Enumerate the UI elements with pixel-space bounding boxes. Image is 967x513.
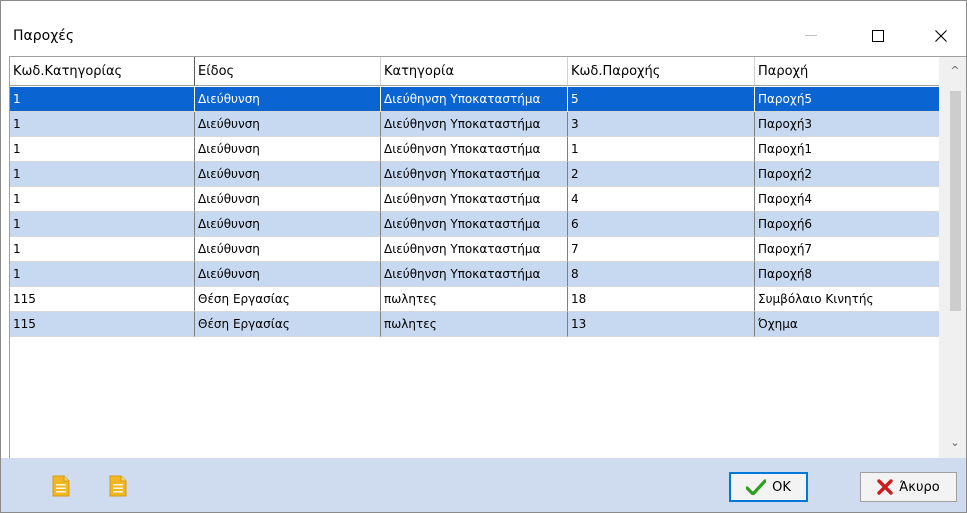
cell-service[interactable]: Παροχή8 (755, 262, 940, 287)
cell-service-code[interactable]: 18 (568, 287, 755, 312)
document-icon[interactable] (52, 475, 70, 497)
table-row[interactable]: 1 Διεύθυνση Διεύθηνση Υποκαταστήμα 6 Παρ… (10, 212, 940, 237)
cell-category[interactable]: Διεύθηνση Υποκαταστήμα (381, 212, 568, 237)
ok-button[interactable]: OK (729, 472, 808, 502)
window-title: Παροχές (13, 28, 75, 44)
cell-category-code[interactable]: 1 (10, 237, 195, 262)
cell-service[interactable]: Παροχή5 (755, 87, 940, 112)
column-header-service-code[interactable]: Κωδ.Παροχής (568, 57, 755, 86)
table-row[interactable]: 1 Διεύθυνση Διεύθηνση Υποκαταστήμα 4 Παρ… (10, 187, 940, 212)
cell-service-code[interactable]: 8 (568, 262, 755, 287)
cell-service-code[interactable]: 7 (568, 237, 755, 262)
table-row[interactable]: 1 Διεύθυνση Διεύθηνση Υποκαταστήμα 1 Παρ… (10, 137, 940, 162)
checkmark-icon (746, 479, 767, 495)
table-row[interactable]: 1 Διεύθυνση Διεύθηνση Υποκαταστήμα 7 Παρ… (10, 237, 940, 262)
cell-service[interactable]: Όχημα (755, 312, 940, 337)
cancel-x-icon (877, 479, 893, 495)
dialog-footer: OK Άκυρο (1, 458, 966, 512)
cell-category-code[interactable]: 1 (10, 87, 195, 112)
scroll-down-icon[interactable]: ⌄ (947, 435, 963, 451)
cancel-label: Άκυρο (899, 479, 940, 495)
cell-service-code[interactable]: 5 (568, 87, 755, 112)
cell-category[interactable]: πωλητες (381, 287, 568, 312)
cell-service-code[interactable]: 1 (568, 137, 755, 162)
cell-service-code[interactable]: 4 (568, 187, 755, 212)
cell-service-code[interactable]: 3 (568, 112, 755, 137)
cell-category[interactable]: πωλητες (381, 312, 568, 337)
maximize-icon (872, 30, 884, 42)
cell-type[interactable]: Διεύθυνση (195, 237, 381, 262)
scroll-up-icon[interactable]: ^ (947, 63, 963, 79)
cell-type[interactable]: Θέση Εργασίας (195, 312, 381, 337)
vertical-scrollbar[interactable]: ^ ⌄ (939, 57, 966, 459)
cell-category[interactable]: Διεύθηνση Υποκαταστήμα (381, 187, 568, 212)
cell-service-code[interactable]: 6 (568, 212, 755, 237)
column-header-category-code[interactable]: Κωδ.Κατηγορίας (10, 57, 195, 86)
document-icon[interactable] (109, 475, 127, 497)
column-header-category[interactable]: Κατηγορία (381, 57, 568, 86)
cell-category[interactable]: Διεύθηνση Υποκαταστήμα (381, 237, 568, 262)
cell-service[interactable]: Συμβόλαιο Κινητής (755, 287, 940, 312)
cell-service[interactable]: Παροχή6 (755, 212, 940, 237)
close-icon (935, 30, 947, 42)
scrollbar-thumb[interactable] (950, 91, 961, 311)
cell-category[interactable]: Διεύθηνση Υποκαταστήμα (381, 87, 568, 112)
cell-type[interactable]: Διεύθυνση (195, 162, 381, 187)
cell-service-code[interactable]: 13 (568, 312, 755, 337)
cell-type[interactable]: Διεύθυνση (195, 187, 381, 212)
cell-type[interactable]: Θέση Εργασίας (195, 287, 381, 312)
cell-category-code[interactable]: 1 (10, 262, 195, 287)
dialog-window: Παροχές Κωδ.Κατηγορίας Είδος Κατηγορία Κ… (0, 0, 967, 513)
cancel-button[interactable]: Άκυρο (860, 472, 957, 502)
grid-rows: 1 Διεύθυνση Διεύθηνση Υποκαταστήμα 5 Παρ… (10, 87, 940, 337)
cell-type[interactable]: Διεύθυνση (195, 212, 381, 237)
cell-category-code[interactable]: 1 (10, 212, 195, 237)
cell-category[interactable]: Διεύθηνση Υποκαταστήμα (381, 162, 568, 187)
cell-type[interactable]: Διεύθυνση (195, 262, 381, 287)
window-top-strip (1, 1, 966, 9)
table-row[interactable]: 1 Διεύθυνση Διεύθηνση Υποκαταστήμα 8 Παρ… (10, 262, 940, 287)
table-row[interactable]: 115 Θέση Εργασίας πωλητες 18 Συμβόλαιο Κ… (10, 287, 940, 312)
cell-category[interactable]: Διεύθηνση Υποκαταστήμα (381, 137, 568, 162)
column-header-service[interactable]: Παροχή (755, 57, 940, 86)
maximize-button[interactable] (855, 17, 901, 55)
title-bar: Παροχές (1, 9, 966, 56)
grid-header: Κωδ.Κατηγορίας Είδος Κατηγορία Κωδ.Παροχ… (10, 57, 940, 87)
minimize-icon (805, 35, 817, 36)
cell-service-code[interactable]: 2 (568, 162, 755, 187)
table-row[interactable]: 1 Διεύθυνση Διεύθηνση Υποκαταστήμα 5 Παρ… (10, 87, 940, 112)
ok-label: OK (772, 479, 791, 495)
cell-category[interactable]: Διεύθηνση Υποκαταστήμα (381, 262, 568, 287)
cell-category[interactable]: Διεύθηνση Υποκαταστήμα (381, 112, 568, 137)
minimize-button[interactable] (788, 17, 834, 55)
close-button[interactable] (918, 17, 964, 55)
table-row[interactable]: 1 Διεύθυνση Διεύθηνση Υποκαταστήμα 2 Παρ… (10, 162, 940, 187)
cell-service[interactable]: Παροχή1 (755, 137, 940, 162)
cell-type[interactable]: Διεύθυνση (195, 87, 381, 112)
cell-type[interactable]: Διεύθυνση (195, 112, 381, 137)
cell-category-code[interactable]: 115 (10, 287, 195, 312)
services-grid[interactable]: Κωδ.Κατηγορίας Είδος Κατηγορία Κωδ.Παροχ… (9, 56, 966, 459)
cell-service[interactable]: Παροχή2 (755, 162, 940, 187)
table-row[interactable]: 1 Διεύθυνση Διεύθηνση Υποκαταστήμα 3 Παρ… (10, 112, 940, 137)
cell-category-code[interactable]: 1 (10, 112, 195, 137)
cell-category-code[interactable]: 1 (10, 137, 195, 162)
table-row[interactable]: 115 Θέση Εργασίας πωλητες 13 Όχημα (10, 312, 940, 337)
cell-category-code[interactable]: 115 (10, 312, 195, 337)
cell-category-code[interactable]: 1 (10, 162, 195, 187)
cell-service[interactable]: Παροχή3 (755, 112, 940, 137)
column-header-type[interactable]: Είδος (195, 57, 381, 86)
cell-category-code[interactable]: 1 (10, 187, 195, 212)
cell-type[interactable]: Διεύθυνση (195, 137, 381, 162)
cell-service[interactable]: Παροχή7 (755, 237, 940, 262)
cell-service[interactable]: Παροχή4 (755, 187, 940, 212)
